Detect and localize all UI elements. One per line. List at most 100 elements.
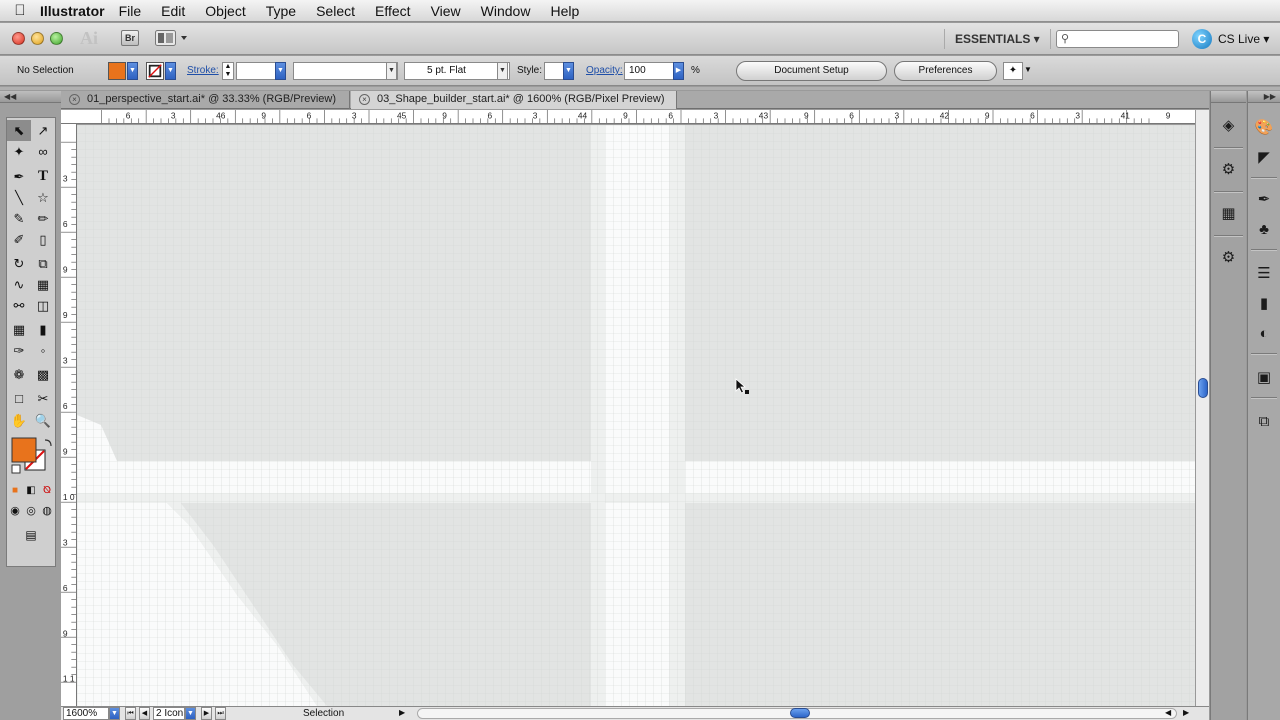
star-tool-icon[interactable]: ☆ — [31, 187, 55, 208]
vertical-scroll-thumb[interactable] — [1198, 378, 1208, 398]
free-transform-tool-icon[interactable]: ▦ — [31, 274, 55, 295]
selection-tool-icon[interactable]: ⬉ — [7, 120, 31, 141]
scroll-right-arrow[interactable]: ▶ — [1183, 708, 1189, 717]
menu-view[interactable]: View — [431, 3, 461, 19]
line-segment-tool-icon[interactable]: ╲ — [7, 187, 31, 208]
variable-width-dropdown[interactable]: ▼ — [386, 62, 397, 80]
graphic-styles-panel-icon[interactable]: ⚙ — [1211, 245, 1246, 271]
close-tab-icon[interactable]: × — [69, 94, 80, 105]
blend-tool-icon[interactable]: ◦ — [31, 340, 55, 361]
scale-tool-icon[interactable]: ⧉ — [31, 253, 55, 274]
workspace-switcher[interactable]: ESSENTIALS ▾ — [944, 29, 1051, 49]
dock-collapse-header[interactable] — [1211, 91, 1246, 103]
menu-edit[interactable]: Edit — [161, 3, 185, 19]
close-window-button[interactable] — [12, 32, 25, 45]
menu-file[interactable]: File — [119, 3, 142, 19]
tab-shape-builder-start[interactable]: × 03_Shape_builder_start.ai* @ 1600% (RG… — [351, 91, 677, 109]
fill-swatch[interactable] — [108, 62, 126, 80]
artboard-tool-icon[interactable]: □ — [7, 388, 31, 409]
stroke-swatch[interactable] — [146, 62, 164, 80]
zoom-tool-icon[interactable]: 🔍 — [31, 410, 55, 431]
minimize-window-button[interactable] — [31, 32, 44, 45]
status-tool-name[interactable]: Selection — [303, 708, 344, 719]
stroke-weight-stepper[interactable]: ▲ ▼ — [222, 62, 234, 80]
status-menu-arrow[interactable]: ▶ — [399, 708, 405, 717]
fill-dropdown[interactable]: ▼ — [127, 62, 138, 80]
menu-window[interactable]: Window — [481, 3, 531, 19]
shape-builder-tool-icon[interactable]: ⚯ — [7, 295, 31, 316]
horizontal-scroll-thumb[interactable] — [790, 708, 810, 718]
horizontal-ruler[interactable]: 6 3 46 9 6 3 45 9 6 3 44 9 6 3 43 9 6 3 42 9 6 3 41 9 — [61, 110, 1197, 124]
bridge-button[interactable]: Br — [121, 30, 139, 46]
menu-effect[interactable]: Effect — [375, 3, 411, 19]
last-artboard-button[interactable]: ⏭ — [215, 707, 226, 720]
screen-mode-icon[interactable]: ▤ — [15, 525, 47, 546]
arrange-documents-button[interactable] — [155, 30, 189, 46]
preferences-button[interactable]: Preferences — [894, 61, 997, 81]
close-tab-icon[interactable]: × — [359, 94, 370, 105]
graphic-style-dropdown[interactable]: ▼ — [563, 62, 574, 80]
apple-menu-icon[interactable]:  — [0, 2, 40, 19]
stroke-label[interactable]: Stroke: — [187, 65, 219, 76]
first-artboard-button[interactable]: ⏮ — [125, 707, 136, 720]
eyedropper-tool-icon[interactable]: ✑ — [7, 340, 31, 361]
color-panel-icon[interactable]: 🎨 — [1248, 115, 1280, 141]
opacity-input[interactable]: 100 — [624, 62, 674, 80]
draw-normal-icon[interactable]: ◉ — [7, 501, 23, 522]
zoom-level-field[interactable]: 1600% — [63, 707, 109, 720]
dock-expand-header[interactable]: ▶▶ — [1248, 91, 1280, 103]
artboard-dropdown[interactable]: ▼ — [185, 707, 196, 720]
panel-options-icon[interactable]: ✦ — [1003, 62, 1023, 80]
menu-help[interactable]: Help — [550, 3, 579, 19]
rotate-tool-icon[interactable]: ↻ — [7, 253, 31, 274]
vertical-ruler[interactable]: 3 6 9 9 3 6 9 1 0 3 6 9 1 1 — [61, 124, 77, 706]
transparency-panel-icon[interactable]: ◐ — [1248, 321, 1280, 347]
layers-panel-icon[interactable]: ◈ — [1211, 113, 1246, 139]
align-panel-icon[interactable]: ▦ — [1211, 201, 1246, 227]
paintbrush-tool-icon[interactable]: ✎ — [7, 208, 31, 229]
opacity-dropdown[interactable]: ▶ — [673, 62, 684, 80]
stroke-panel-icon[interactable]: ☰ — [1248, 261, 1280, 287]
gradient-tool-icon[interactable]: ▮ — [31, 319, 55, 340]
tools-panel-header[interactable]: ◀◀ — [0, 91, 61, 103]
hand-tool-icon[interactable]: ✋ — [7, 410, 31, 431]
stroke-weight-input[interactable] — [236, 62, 276, 80]
app-menu[interactable]: Illustrator — [40, 3, 105, 19]
pencil-tool-icon[interactable]: ✏ — [31, 208, 55, 229]
document-setup-button[interactable]: Document Setup — [736, 61, 887, 81]
gradient-panel-icon[interactable]: ▮ — [1248, 291, 1280, 317]
mesh-tool-icon[interactable]: ▦ — [7, 319, 31, 340]
artboard-canvas[interactable] — [77, 125, 1195, 706]
slice-tool-icon[interactable]: ✂ — [31, 388, 55, 409]
panel-options-dropdown[interactable]: ▼ — [1024, 65, 1032, 74]
color-guide-panel-icon[interactable]: ◤ — [1248, 145, 1280, 171]
blob-brush-tool-icon[interactable]: ✐ — [7, 229, 31, 250]
graphic-style-swatch[interactable] — [544, 62, 564, 80]
brush-definition[interactable]: 5 pt. Flat — [404, 62, 510, 80]
previous-artboard-button[interactable]: ◀ — [139, 707, 150, 720]
scroll-left-arrow[interactable]: ◀ — [1165, 708, 1171, 717]
color-mode-icon[interactable]: ■ — [7, 480, 23, 501]
gradient-mode-icon[interactable]: ◧ — [23, 480, 39, 501]
symbols-library-icon[interactable]: ♣ — [1248, 217, 1280, 243]
draw-behind-icon[interactable]: ◎ — [23, 501, 39, 522]
artboard-navigation-field[interactable]: 2 Icon — [153, 707, 185, 720]
fill-stroke-control[interactable] — [9, 436, 55, 476]
lasso-tool-icon[interactable]: ∞ — [31, 141, 55, 162]
pen-tool-icon[interactable]: ✒ — [7, 166, 31, 187]
direct-selection-tool-icon[interactable]: ↗ — [31, 120, 55, 141]
variable-width-profile[interactable] — [293, 62, 398, 80]
tab-perspective-start[interactable]: × 01_perspective_start.ai* @ 33.33% (RGB… — [61, 91, 350, 109]
stroke-weight-dropdown[interactable]: ▼ — [275, 62, 286, 80]
search-input[interactable]: ⚲ — [1056, 30, 1179, 48]
magic-wand-tool-icon[interactable]: ✦ — [7, 141, 31, 162]
brush-dropdown[interactable]: ▼ — [497, 62, 508, 80]
none-mode-icon[interactable]: ⦰ — [39, 480, 55, 501]
zoom-dropdown[interactable]: ▼ — [109, 707, 120, 720]
opacity-label[interactable]: Opacity: — [586, 65, 623, 76]
brushes-panel-icon[interactable]: ✒ — [1248, 187, 1280, 213]
stroke-dropdown[interactable]: ▼ — [165, 62, 176, 80]
type-tool-icon[interactable]: T — [31, 166, 55, 187]
menu-object[interactable]: Object — [205, 3, 245, 19]
draw-inside-icon[interactable]: ◍ — [39, 501, 55, 522]
